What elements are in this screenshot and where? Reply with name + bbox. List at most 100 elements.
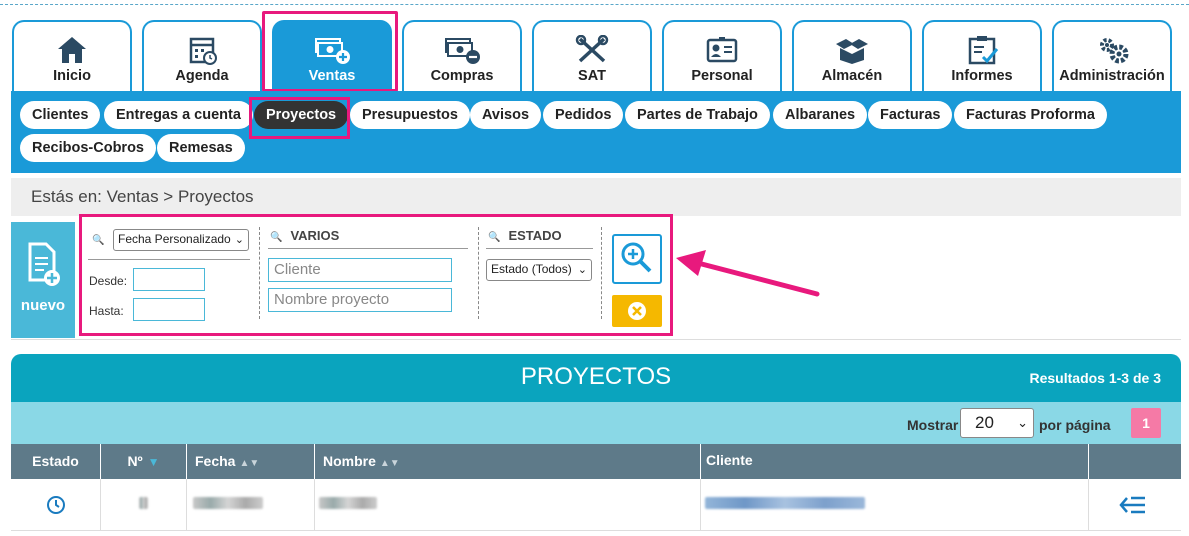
submenu-item-clientes[interactable]: Clientes (20, 101, 101, 129)
search-button[interactable] (612, 234, 662, 284)
highlight-box-proyectos (249, 97, 350, 139)
new-document-icon (28, 242, 60, 286)
table-row[interactable] (11, 479, 1181, 531)
cliente-input[interactable]: Cliente (268, 258, 452, 282)
divider (88, 259, 250, 260)
search-icon: 🔍 (92, 235, 105, 246)
hasta-label: Hasta: (89, 304, 124, 318)
divider (601, 227, 602, 319)
estado-select[interactable]: Estado (Todos) ⌄ (486, 259, 592, 281)
module-tab-personal[interactable]: Personal (662, 20, 782, 91)
table-header: Estado Nº ▼ Fecha ▲▼ Nombre ▲▼ Cliente (11, 444, 1181, 479)
results-header: PROYECTOS Resultados 1-3 de 3 (11, 354, 1181, 402)
desde-input[interactable] (133, 268, 205, 291)
hasta-input[interactable] (133, 298, 205, 321)
column-header-cliente[interactable]: Cliente (701, 444, 1089, 479)
boxes-icon (836, 39, 868, 64)
desde-label: Desde: (89, 274, 128, 288)
submenu-bar: Clientes Entregas a cuenta Proyectos Pre… (11, 91, 1181, 173)
date-filter-select[interactable]: Fecha Personalizado ⌄ (113, 229, 249, 251)
module-tab-inicio[interactable]: Inicio (12, 20, 132, 91)
chevron-down-icon: ⌄ (234, 234, 244, 246)
nombre-proyecto-input[interactable]: Nombre proyecto (268, 288, 452, 312)
module-tab-administracion[interactable]: Administración (1052, 20, 1172, 91)
clipboard-icon (968, 36, 999, 65)
cell-cliente (701, 479, 1089, 531)
clear-filters-button[interactable] (612, 295, 662, 327)
divider (486, 248, 593, 249)
nuevo-button[interactable]: nuevo (11, 222, 75, 338)
submenu-item-facturas-proforma[interactable]: Facturas Proforma (954, 101, 1107, 129)
cell-actions (1089, 479, 1181, 531)
column-header-text: Estado (32, 453, 79, 469)
results-title: PROYECTOS (520, 363, 672, 390)
column-header-fecha[interactable]: Fecha ▲▼ (187, 444, 315, 479)
zoom-in-icon (621, 242, 652, 273)
estado-title: 🔍 ESTADO (488, 228, 562, 243)
chevron-down-icon: ⌄ (577, 264, 587, 276)
divider (268, 248, 468, 249)
module-tab-label: Informes (951, 68, 1013, 84)
filter-panel: nuevo 🔍 Fecha Personalizado ⌄ Desde: Hast… (11, 214, 1181, 340)
id-card-icon (706, 37, 738, 63)
submenu-item-avisos[interactable]: Avisos (470, 101, 542, 129)
money-minus-icon (445, 38, 480, 64)
page-button-1[interactable]: 1 (1131, 408, 1161, 438)
module-tab-label: SAT (578, 68, 606, 84)
module-tab-label: Almacén (821, 68, 883, 84)
per-page-select[interactable]: 20 ⌄ (960, 408, 1034, 438)
module-tab-label: Inicio (53, 68, 91, 84)
module-tab-almacen[interactable]: Almacén (792, 20, 912, 91)
column-header-estado[interactable]: Estado (11, 444, 101, 479)
sort-desc-icon: ▼ (147, 455, 160, 469)
divider (478, 227, 479, 319)
submenu-item-partes[interactable]: Partes de Trabajo (625, 101, 770, 129)
module-tabs: Inicio Agenda Ventas Compras SAT Persona… (11, 17, 1181, 91)
chevron-down-icon: ⌄ (1017, 415, 1028, 430)
close-circle-icon (628, 302, 646, 320)
gears-icon (1100, 38, 1129, 64)
results-count: Resultados 1-3 de 3 (1029, 370, 1162, 386)
estado-title-text: ESTADO (508, 228, 562, 243)
estado-value: Estado (Todos) (491, 262, 572, 276)
date-filter-value: Fecha Personalizado (118, 232, 231, 246)
varios-title: 🔍 VARIOS (270, 228, 339, 243)
submenu-item-facturas[interactable]: Facturas (868, 101, 953, 129)
cell-numero (101, 479, 187, 531)
column-header-numero[interactable]: Nº ▼ (101, 444, 187, 479)
submenu-item-remesas[interactable]: Remesas (157, 134, 245, 162)
breadcrumb: Estás en: Ventas > Proyectos (11, 178, 1181, 216)
submenu-item-presupuestos[interactable]: Presupuestos (350, 101, 470, 129)
varios-title-text: VARIOS (290, 228, 340, 243)
module-tab-agenda[interactable]: Agenda (142, 20, 262, 91)
column-header-nombre[interactable]: Nombre ▲▼ (315, 444, 701, 479)
redacted-value (139, 497, 148, 509)
search-icon: 🔍 (270, 232, 283, 243)
module-tab-label: Administración (1059, 68, 1165, 84)
tools-icon (575, 35, 609, 63)
module-tab-sat[interactable]: SAT (532, 20, 652, 91)
home-icon (58, 37, 86, 63)
search-icon: 🔍 (488, 232, 501, 243)
submenu-item-pedidos[interactable]: Pedidos (543, 101, 624, 129)
module-tab-compras[interactable]: Compras (402, 20, 522, 91)
back-list-icon[interactable] (1119, 495, 1147, 515)
redacted-value (193, 497, 263, 509)
submenu-item-entregas[interactable]: Entregas a cuenta (104, 101, 253, 129)
redacted-value (319, 497, 377, 509)
clock-status-icon (47, 496, 65, 514)
submenu-item-recibos[interactable]: Recibos-Cobros (20, 134, 156, 162)
column-header-actions (1089, 444, 1181, 479)
cell-estado (11, 479, 101, 531)
module-tab-informes[interactable]: Informes (922, 20, 1042, 91)
submenu-item-albaranes[interactable]: Albaranes (773, 101, 868, 129)
column-header-text: Fecha (195, 453, 236, 469)
calendar-icon (189, 37, 217, 65)
module-tab-label: Compras (430, 68, 494, 84)
per-page-value: 20 (975, 413, 994, 432)
column-header-text: Nombre (323, 453, 376, 469)
mostrar-label: Mostrar (907, 417, 959, 433)
sort-icon: ▲▼ (239, 458, 260, 469)
nuevo-label: nuevo (20, 297, 66, 314)
highlight-box-ventas (262, 11, 398, 92)
